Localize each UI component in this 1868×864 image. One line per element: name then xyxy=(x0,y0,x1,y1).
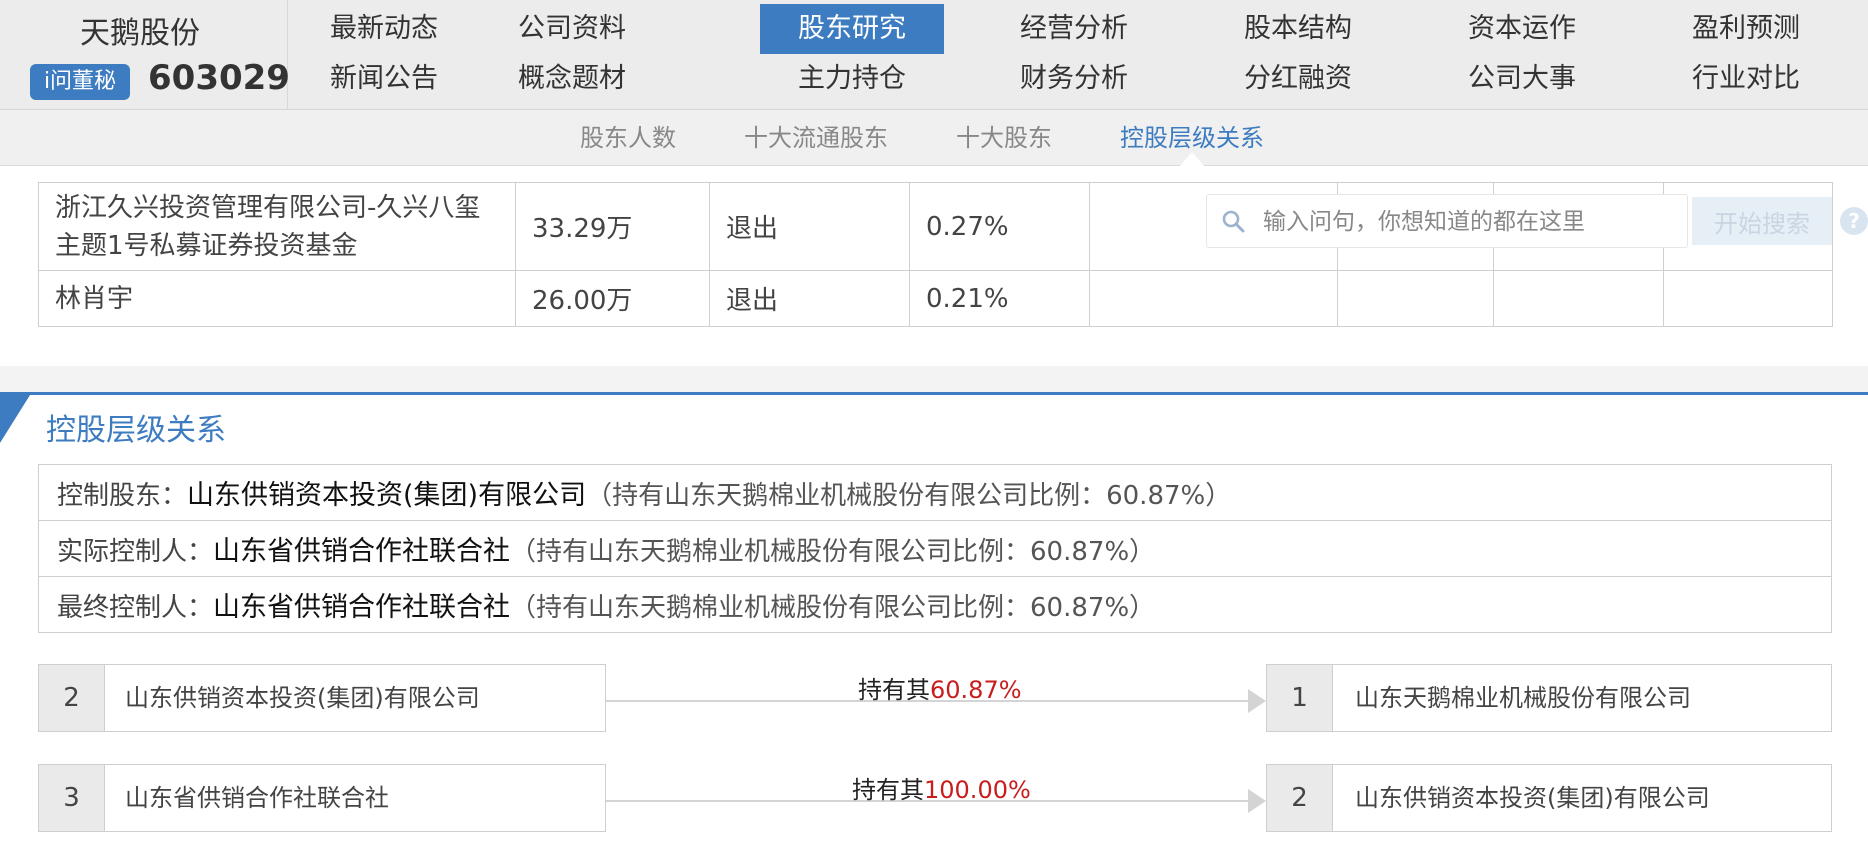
nav-item-news[interactable]: 最新动态 xyxy=(292,4,476,54)
table-row: 林肖宇 26.00万 退出 0.21% xyxy=(38,270,1833,327)
control-entity: 山东省供销合作社联合社 xyxy=(213,592,511,623)
nav-item-financial-analysis[interactable]: 财务分析 xyxy=(982,54,1166,104)
nav-item-operation-analysis[interactable]: 经营分析 xyxy=(982,4,1166,54)
table-row: 最终控制人：山东省供销合作社联合社（持有山东天鹅棉业机械股份有限公司比例：60.… xyxy=(38,576,1832,633)
arrow-right-icon xyxy=(1248,789,1266,813)
search-icon[interactable] xyxy=(1221,209,1245,233)
node-level: 2 xyxy=(1267,765,1333,831)
control-label: 控制股东： xyxy=(57,481,188,511)
holder-name: 林肖宇 xyxy=(38,270,516,327)
holder-ratio: 0.21% xyxy=(909,270,1090,327)
hierarchy-node-source: 3 山东省供销合作社联合社 xyxy=(38,764,606,832)
nav-item-company-info[interactable]: 公司资料 xyxy=(480,4,664,54)
table-cell xyxy=(1663,270,1833,327)
holding-text: 持有其 xyxy=(852,776,924,804)
company-name: 天鹅股份 xyxy=(80,16,200,51)
holder-name: 浙江久兴投资管理有限公司-久兴八玺主题1号私募证券投资基金 xyxy=(38,182,516,271)
holder-ratio: 0.27% xyxy=(909,182,1090,271)
control-row: 控制股东：山东供销资本投资(集团)有限公司（持有山东天鹅棉业机械股份有限公司比例… xyxy=(38,464,1832,521)
node-level: 2 xyxy=(39,665,105,731)
node-name: 山东天鹅棉业机械股份有限公司 xyxy=(1355,684,1691,712)
top-header: 天鹅股份 i问董秘 603029 最新动态 公司资料 股东研究 经营分析 股本结… xyxy=(0,0,1868,110)
help-icon[interactable]: ? xyxy=(1840,207,1868,235)
hierarchy-node-target: 1 山东天鹅棉业机械股份有限公司 xyxy=(1266,664,1832,732)
nav-item-dividends[interactable]: 分红融资 xyxy=(1206,54,1390,104)
nav-item-industry-compare[interactable]: 行业对比 xyxy=(1654,54,1838,104)
hierarchy-node-target: 2 山东供销资本投资(集团)有限公司 xyxy=(1266,764,1832,832)
holder-shares: 33.29万 xyxy=(515,182,710,271)
node-name: 山东省供销合作社联合社 xyxy=(125,784,389,812)
subnav-active-caret xyxy=(1180,152,1204,166)
table-cell xyxy=(1337,270,1494,327)
table-cell xyxy=(1089,270,1338,327)
search-input[interactable] xyxy=(1263,203,1673,241)
nav-item-profit-forecast[interactable]: 盈利预测 xyxy=(1654,4,1838,54)
start-search-button[interactable]: 开始搜索 xyxy=(1692,197,1832,245)
brand-area: 天鹅股份 i问董秘 603029 xyxy=(0,0,290,110)
nav-item-capital-operation[interactable]: 资本运作 xyxy=(1430,4,1614,54)
ask-secretary-button[interactable]: i问董秘 xyxy=(30,64,130,100)
holder-action: 退出 xyxy=(709,270,910,327)
holding-label: 持有其60.87% xyxy=(858,670,1022,705)
section-flag-icon xyxy=(0,395,30,443)
control-note: （持有山东天鹅棉业机械股份有限公司比例：60.87%） xyxy=(510,537,1156,567)
control-note: （持有山东天鹅棉业机械股份有限公司比例：60.87%） xyxy=(586,481,1232,511)
node-name: 山东供销资本投资(集团)有限公司 xyxy=(125,684,480,712)
control-label: 实际控制人： xyxy=(57,537,214,567)
subnav-top10-holders[interactable]: 十大股东 xyxy=(956,110,1052,166)
control-entity: 山东供销资本投资(集团)有限公司 xyxy=(187,480,587,511)
hierarchy-node-source: 2 山东供销资本投资(集团)有限公司 xyxy=(38,664,606,732)
node-level: 3 xyxy=(39,765,105,831)
search-box xyxy=(1206,194,1688,248)
node-level: 1 xyxy=(1267,665,1333,731)
node-name: 山东供销资本投资(集团)有限公司 xyxy=(1355,784,1710,812)
control-row: 最终控制人：山东省供销合作社联合社（持有山东天鹅棉业机械股份有限公司比例：60.… xyxy=(38,576,1832,633)
control-row: 实际控制人：山东省供销合作社联合社（持有山东天鹅棉业机械股份有限公司比例：60.… xyxy=(38,520,1832,577)
nav-item-announcements[interactable]: 新闻公告 xyxy=(292,54,476,104)
subnav-holder-count[interactable]: 股东人数 xyxy=(580,110,676,166)
arrow-right-icon xyxy=(1248,689,1266,713)
control-summary-table: 控制股东：山东供销资本投资(集团)有限公司（持有山东天鹅棉业机械股份有限公司比例… xyxy=(38,464,1832,633)
nav-item-main-holdings[interactable]: 主力持仓 xyxy=(760,54,944,104)
holder-shares: 26.00万 xyxy=(515,270,710,327)
subnav-top10-float[interactable]: 十大流通股东 xyxy=(744,110,888,166)
control-label: 最终控制人： xyxy=(57,593,214,623)
holding-percent: 60.87% xyxy=(930,676,1022,704)
main-nav: 最新动态 公司资料 股东研究 经营分析 股本结构 资本运作 盈利预测 新闻公告 … xyxy=(292,0,1868,110)
table-row: 实际控制人：山东省供销合作社联合社（持有山东天鹅棉业机械股份有限公司比例：60.… xyxy=(38,520,1832,577)
holding-percent: 100.00% xyxy=(924,776,1031,804)
table-row: 控制股东：山东供销资本投资(集团)有限公司（持有山东天鹅棉业机械股份有限公司比例… xyxy=(38,464,1832,521)
table-cell xyxy=(1493,270,1664,327)
section-header: 控股层级关系 xyxy=(0,392,1868,450)
section-divider xyxy=(0,366,1868,392)
nav-item-capital-structure[interactable]: 股本结构 xyxy=(1206,4,1390,54)
holding-label: 持有其100.00% xyxy=(852,770,1031,805)
nav-item-concepts[interactable]: 概念题材 xyxy=(480,54,664,104)
control-note: （持有山东天鹅棉业机械股份有限公司比例：60.87%） xyxy=(510,593,1156,623)
stock-code: 603029 xyxy=(148,58,290,98)
control-entity: 山东省供销合作社联合社 xyxy=(213,536,511,567)
holding-text: 持有其 xyxy=(858,676,930,704)
holder-action: 退出 xyxy=(709,182,910,271)
sub-nav: 股东人数 十大流通股东 十大股东 控股层级关系 xyxy=(0,110,1868,166)
nav-item-shareholder-research[interactable]: 股东研究 xyxy=(760,4,944,54)
section-title: 控股层级关系 xyxy=(46,413,226,448)
nav-item-company-events[interactable]: 公司大事 xyxy=(1430,54,1614,104)
